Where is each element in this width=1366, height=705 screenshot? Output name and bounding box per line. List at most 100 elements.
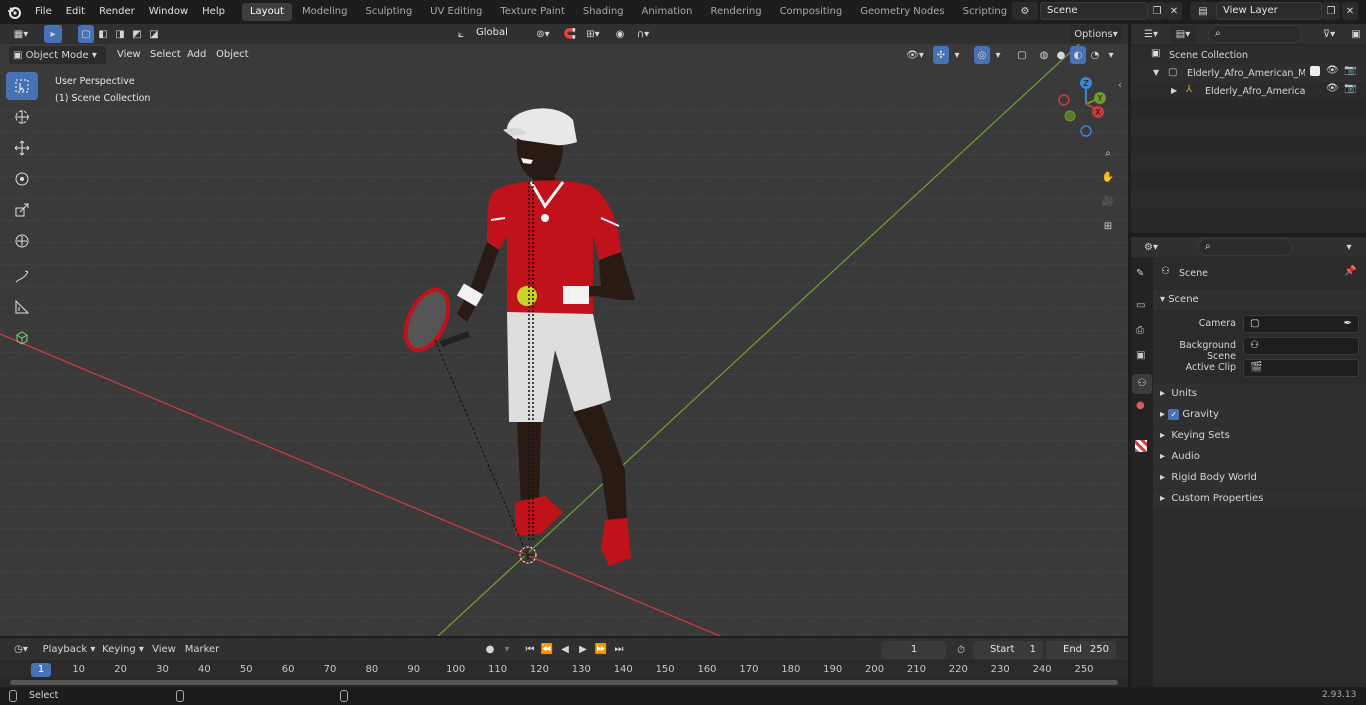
marker-menu[interactable]: Marker	[184, 640, 220, 658]
jump-start-icon[interactable]: ⏮	[522, 640, 538, 658]
proportional-falloff-icon[interactable]: ∩▾	[630, 25, 656, 43]
current-frame-field[interactable]: 1	[882, 641, 946, 659]
tab-shading[interactable]: Shading	[575, 3, 632, 21]
tab-rendering[interactable]: Rendering	[702, 3, 769, 21]
tool-tab-icon[interactable]: ✎	[1136, 268, 1144, 279]
record-dropdown-icon[interactable]: ▾	[500, 640, 514, 658]
overlay-dropdown-icon[interactable]: ▾	[991, 46, 1005, 64]
mode-new-icon[interactable]: ▢	[78, 25, 94, 43]
mode-intersect-icon[interactable]: ◪	[146, 25, 162, 43]
pin-icon[interactable]: 📌	[1344, 266, 1356, 277]
material-shading-icon[interactable]: ◐	[1070, 46, 1086, 64]
outliner-editor-icon[interactable]: ☰▾	[1138, 25, 1164, 43]
mode-invert-icon[interactable]: ◩	[129, 25, 145, 43]
scene-type-icon[interactable]: ⚙	[1012, 2, 1038, 20]
render-tab-icon[interactable]: ▭	[1136, 300, 1145, 311]
outliner-item-collection[interactable]: Elderly_Afro_American_Man_I	[1187, 68, 1305, 79]
scene-copy-icon[interactable]: ❐	[1148, 2, 1166, 20]
xray-icon[interactable]: ▢	[1014, 46, 1030, 64]
select-tool-icon[interactable]	[6, 72, 38, 100]
tab-modeling[interactable]: Modeling	[294, 3, 356, 21]
select-menu[interactable]: Select	[150, 47, 181, 63]
select-box-tool-icon[interactable]: ▸	[44, 25, 62, 43]
area-divider[interactable]	[1128, 44, 1131, 687]
outliner-item-armature[interactable]: Elderly_Afro_American_M	[1205, 86, 1305, 97]
proportional-edit-icon[interactable]: ◉	[612, 25, 628, 43]
outliner-item-scene-collection[interactable]: Scene Collection	[1169, 50, 1248, 61]
tab-layout[interactable]: Layout	[241, 3, 292, 21]
tab-animation[interactable]: Animation	[634, 3, 701, 21]
start-frame-field[interactable]: Start 1	[973, 641, 1043, 659]
timeline-editor-icon[interactable]: ◷▾	[8, 640, 34, 658]
new-collection-icon[interactable]: ▣	[1348, 25, 1364, 43]
tab-geometry-nodes[interactable]: Geometry Nodes	[852, 3, 952, 21]
play-icon[interactable]: ▶	[575, 640, 591, 658]
measure-tool-icon[interactable]	[6, 293, 38, 321]
object-menu[interactable]: Object	[216, 47, 249, 63]
tennis-player-model[interactable]	[395, 100, 655, 580]
view-menu[interactable]: View	[117, 47, 141, 63]
area-divider[interactable]	[0, 636, 1128, 638]
overlay-toggle-icon[interactable]: ◎	[974, 46, 990, 64]
output-tab-icon[interactable]: ⎙	[1136, 325, 1144, 336]
visibility-icon[interactable]: 👁▾	[902, 46, 928, 64]
add-menu[interactable]: Add	[187, 47, 206, 63]
wireframe-shading-icon[interactable]: ◍	[1036, 46, 1052, 64]
cursor-tool-icon[interactable]	[6, 103, 38, 131]
timeline-view-menu[interactable]: View	[150, 640, 178, 658]
scene-field[interactable]: Scene	[1040, 2, 1148, 20]
navigation-gizmo[interactable]: Z Y X	[1052, 74, 1116, 138]
perspective-toggle-icon[interactable]: ⊞	[1098, 216, 1118, 236]
jump-end-icon[interactable]: ⏭	[611, 640, 627, 658]
view-layer-copy-icon[interactable]: ❐	[1322, 2, 1340, 20]
scene-tab-icon[interactable]: ⚇	[1132, 374, 1152, 394]
snap-target-icon[interactable]: ⊞▾	[580, 25, 606, 43]
gizmo-dropdown-icon[interactable]: ▾	[950, 46, 964, 64]
collection-checkbox-icon[interactable]	[1310, 66, 1320, 76]
transform-tool-icon[interactable]	[6, 227, 38, 255]
world-tab-icon[interactable]: ●	[1136, 400, 1145, 411]
outliner-display-mode-icon[interactable]: ▤▾	[1170, 25, 1196, 43]
gravity-checkbox-icon[interactable]: ✓	[1168, 408, 1180, 420]
record-icon[interactable]: ●	[481, 640, 499, 658]
mode-subtract-icon[interactable]: ◨	[112, 25, 128, 43]
render-camera-icon[interactable]: 📷	[1344, 83, 1356, 94]
camera-view-icon[interactable]: 🎥	[1098, 191, 1118, 211]
view-layer-field[interactable]: View Layer	[1216, 2, 1322, 20]
scene-close-icon[interactable]: ✕	[1166, 2, 1182, 20]
prev-keyframe-icon[interactable]: ⏪	[539, 640, 555, 658]
tab-texture-paint[interactable]: Texture Paint	[492, 3, 573, 21]
texture-tab-icon[interactable]	[1135, 440, 1147, 452]
menu-window[interactable]: Window	[142, 0, 195, 24]
pan-hand-icon[interactable]: ✋	[1098, 167, 1118, 187]
play-reverse-icon[interactable]: ◀	[557, 640, 573, 658]
outliner-search[interactable]: ⌕	[1208, 25, 1302, 43]
solid-shading-icon[interactable]: ●	[1053, 46, 1069, 64]
rendered-shading-icon[interactable]: ◔	[1087, 46, 1103, 64]
transform-orientation-dropdown[interactable]: Global	[470, 25, 524, 43]
view-layer-icon[interactable]: ▤	[1190, 2, 1216, 20]
playback-menu[interactable]: Playback ▾	[42, 640, 96, 658]
pivot-point-icon[interactable]: ⊚▾	[530, 25, 556, 43]
background-scene-field[interactable]: ⚇	[1243, 337, 1359, 355]
properties-options-icon[interactable]: ▾	[1340, 238, 1358, 256]
menu-file[interactable]: File	[28, 0, 59, 24]
outliner-filter-icon[interactable]: ⊽▾	[1316, 25, 1342, 43]
timeline-scrollbar[interactable]	[10, 680, 1118, 685]
editor-type-icon[interactable]: ▦▾	[8, 25, 34, 43]
properties-search[interactable]: ⌕	[1198, 238, 1292, 256]
blender-logo-icon[interactable]	[0, 0, 28, 24]
visibility-eye-icon[interactable]: 👁	[1326, 65, 1339, 76]
snap-icon[interactable]: 🧲	[562, 25, 578, 43]
object-mode-dropdown[interactable]: ▣ Object Mode ▾	[9, 46, 106, 64]
camera-field[interactable]: ▢ ✒	[1243, 315, 1359, 333]
tab-scripting[interactable]: Scripting	[955, 3, 1015, 21]
tab-sculpting[interactable]: Sculpting	[357, 3, 420, 21]
rotate-tool-icon[interactable]	[6, 165, 38, 193]
menu-render[interactable]: Render	[92, 0, 142, 24]
next-keyframe-icon[interactable]: ⏩	[593, 640, 609, 658]
expand-arrow-icon[interactable]: ▶	[1171, 86, 1177, 95]
menu-edit[interactable]: Edit	[59, 0, 92, 24]
mode-extend-icon[interactable]: ◧	[95, 25, 111, 43]
end-frame-field[interactable]: End 250	[1046, 641, 1116, 659]
